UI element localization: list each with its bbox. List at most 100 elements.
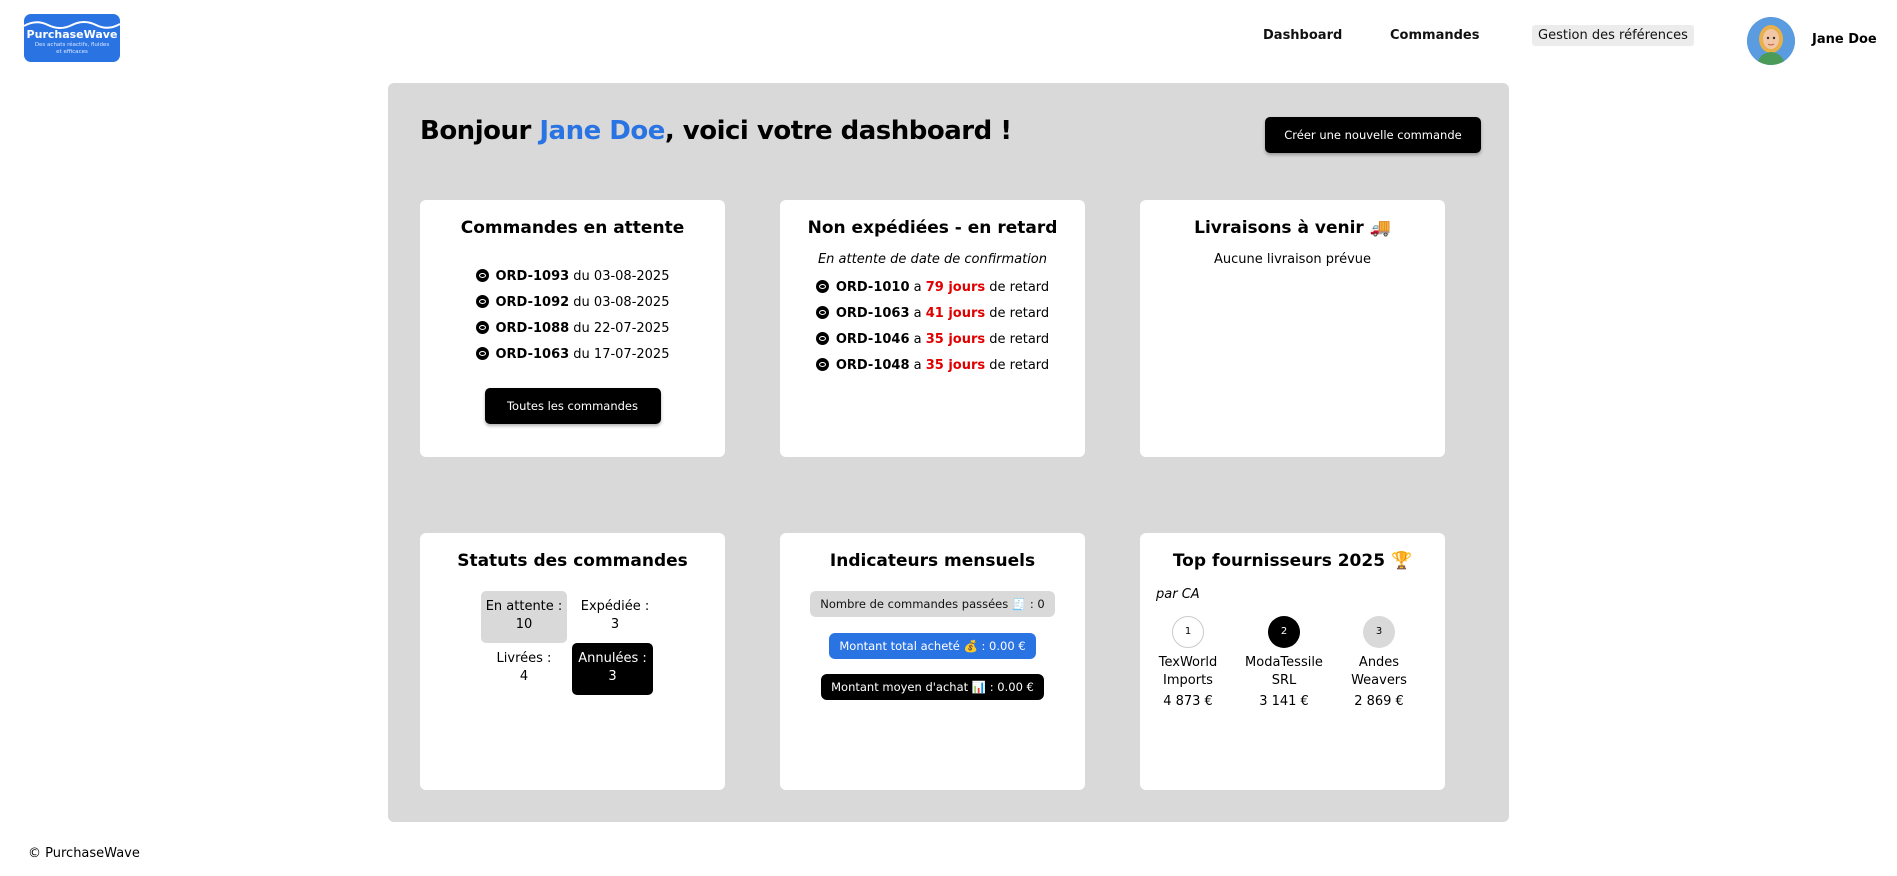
status-grid: En attente : 10 Expédiée : 3 Livrées : 4… xyxy=(420,571,725,695)
eye-icon[interactable] xyxy=(815,280,829,293)
rank-badge: 2 xyxy=(1268,616,1300,648)
status-label: En attente : xyxy=(485,599,563,614)
monthly-indicators-card: Indicateurs mensuels Nombre de commandes… xyxy=(780,533,1085,790)
connector-text: a xyxy=(909,332,926,347)
eye-icon[interactable] xyxy=(475,347,489,360)
late-orders-list: ORD-1010 a 79 jours de retard ORD-1063 a… xyxy=(815,275,1050,379)
status-label: Livrées : xyxy=(496,651,552,666)
eye-icon[interactable] xyxy=(475,321,489,334)
pending-orders-card: Commandes en attente ORD-1093 du 03-08-2… xyxy=(420,200,725,457)
greeting-suffix: , voici votre dashboard ! xyxy=(664,116,1012,146)
nav-commandes[interactable]: Commandes xyxy=(1390,28,1479,43)
connector-text: a xyxy=(909,306,926,321)
status-value: 3 xyxy=(608,669,617,684)
all-orders-button[interactable]: Toutes les commandes xyxy=(484,388,661,424)
order-date: du 17-07-2025 xyxy=(569,347,670,362)
supplier-amount: 3 141 € xyxy=(1259,694,1309,709)
order-date: du 03-08-2025 xyxy=(569,269,670,284)
rank-badge: 1 xyxy=(1172,616,1204,648)
order-id: ORD-1063 xyxy=(835,306,910,321)
late-suffix: de retard xyxy=(985,332,1050,347)
late-orders-card: Non expédiées - en retard En attente de … xyxy=(780,200,1085,457)
card-title: Top fournisseurs 2025 🏆 xyxy=(1172,551,1413,571)
late-days: 41 jours xyxy=(925,306,986,321)
list-item[interactable]: ORD-1092 du 03-08-2025 xyxy=(475,290,670,316)
order-id: ORD-1063 xyxy=(495,347,570,362)
status-value: 3 xyxy=(610,617,620,632)
eye-icon[interactable] xyxy=(815,306,829,319)
supplier-amount: 4 873 € xyxy=(1163,694,1213,709)
list-item[interactable]: ORD-1063 du 17-07-2025 xyxy=(475,342,670,368)
card-title: Livraisons à venir 🚚 xyxy=(1194,218,1391,238)
footer-copyright: © PurchaseWave xyxy=(28,846,140,861)
list-item[interactable]: ORD-1048 a 35 jours de retard xyxy=(815,353,1050,379)
avatar[interactable] xyxy=(1747,17,1795,65)
brand-tagline: Des achats réactifs, fluides et efficace… xyxy=(34,42,110,55)
page-title: Bonjour Jane Doe, voici votre dashboard … xyxy=(420,116,1012,146)
eye-icon[interactable] xyxy=(815,332,829,345)
status-value: 10 xyxy=(515,617,533,632)
card-title: Non expédiées - en retard xyxy=(807,218,1058,238)
status-en-attente[interactable]: En attente : 10 xyxy=(481,591,567,643)
card-title: Commandes en attente xyxy=(460,218,685,238)
card-title: Indicateurs mensuels xyxy=(829,551,1036,571)
late-days: 35 jours xyxy=(925,332,986,347)
order-id: ORD-1088 xyxy=(495,321,570,336)
card-title: Statuts des commandes xyxy=(457,551,688,571)
list-item[interactable]: ORD-1063 a 41 jours de retard xyxy=(815,301,1050,327)
late-suffix: de retard xyxy=(985,280,1050,295)
upcoming-deliveries-card: Livraisons à venir 🚚 Aucune livraison pr… xyxy=(1140,200,1445,457)
supplier-item[interactable]: 2 ModaTessile SRL 3 141 € xyxy=(1236,616,1332,709)
dashboard-panel: Bonjour Jane Doe, voici votre dashboard … xyxy=(388,83,1509,822)
order-status-card: Statuts des commandes En attente : 10 Ex… xyxy=(420,533,725,790)
nav-references[interactable]: Gestion des références xyxy=(1532,25,1694,46)
late-days: 35 jours xyxy=(925,358,986,373)
average-amount-badge: Montant moyen d'achat 📊 : 0.00 € xyxy=(821,674,1044,700)
top-suppliers-card: Top fournisseurs 2025 🏆 par CA 1 TexWorl… xyxy=(1140,533,1445,790)
status-value: 4 xyxy=(519,669,529,684)
status-annulees[interactable]: Annulées : 3 xyxy=(572,643,653,695)
greeting-prefix: Bonjour xyxy=(420,116,540,146)
rank-badge: 3 xyxy=(1363,616,1395,648)
supplier-name: TexWorld Imports xyxy=(1158,655,1218,688)
order-date: du 22-07-2025 xyxy=(569,321,670,336)
greeting-user-name: Jane Doe xyxy=(539,116,665,146)
late-suffix: de retard xyxy=(985,358,1050,373)
list-item[interactable]: ORD-1010 a 79 jours de retard xyxy=(815,275,1050,301)
status-label: Annulées : xyxy=(578,651,647,666)
supplier-name: Andes Weavers xyxy=(1351,655,1407,688)
nav-dashboard[interactable]: Dashboard xyxy=(1263,28,1342,43)
brand-name: PurchaseWave xyxy=(26,28,118,41)
supplier-item[interactable]: 1 TexWorld Imports 4 873 € xyxy=(1140,616,1236,709)
order-id: ORD-1046 xyxy=(835,332,910,347)
list-item[interactable]: ORD-1046 a 35 jours de retard xyxy=(815,327,1050,353)
avatar-image xyxy=(1747,17,1795,65)
user-name[interactable]: Jane Doe xyxy=(1812,32,1877,47)
status-livrees[interactable]: Livrées : 4 xyxy=(481,643,567,695)
status-label: Expédiée : xyxy=(580,599,650,614)
eye-icon[interactable] xyxy=(475,269,489,282)
order-id: ORD-1093 xyxy=(495,269,570,284)
late-days: 79 jours xyxy=(925,280,986,295)
connector-text: a xyxy=(909,358,926,373)
order-id: ORD-1010 xyxy=(835,280,910,295)
orders-count-badge: Nombre de commandes passées 🧾 : 0 xyxy=(810,591,1055,617)
order-date: du 03-08-2025 xyxy=(569,295,670,310)
empty-state-text: Aucune livraison prévue xyxy=(1213,252,1372,267)
connector-text: a xyxy=(909,280,926,295)
list-item[interactable]: ORD-1093 du 03-08-2025 xyxy=(475,264,670,290)
brand-logo[interactable]: PurchaseWave Des achats réactifs, fluide… xyxy=(24,14,120,62)
supplier-name: ModaTessile SRL xyxy=(1245,655,1323,688)
eye-icon[interactable] xyxy=(475,295,489,308)
order-id: ORD-1092 xyxy=(495,295,570,310)
list-item[interactable]: ORD-1088 du 22-07-2025 xyxy=(475,316,670,342)
pending-orders-list: ORD-1093 du 03-08-2025 ORD-1092 du 03-08… xyxy=(475,264,670,368)
eye-icon[interactable] xyxy=(815,358,829,371)
total-amount-badge: Montant total acheté 💰 : 0.00 € xyxy=(829,633,1036,659)
new-order-button[interactable]: Créer une nouvelle commande xyxy=(1265,117,1481,153)
supplier-item[interactable]: 3 Andes Weavers 2 869 € xyxy=(1331,616,1427,709)
supplier-amount: 2 869 € xyxy=(1354,694,1404,709)
late-suffix: de retard xyxy=(985,306,1050,321)
suppliers-podium: 1 TexWorld Imports 4 873 € 2 ModaTessile… xyxy=(1140,616,1445,726)
status-expediee[interactable]: Expédiée : 3 xyxy=(572,591,658,643)
